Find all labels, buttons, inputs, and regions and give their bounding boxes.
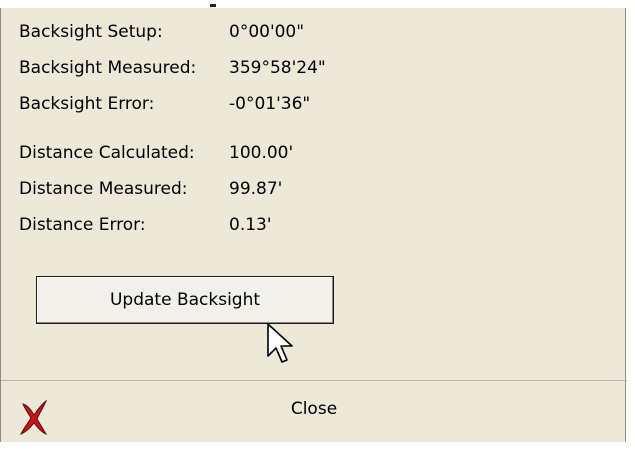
backsight-error-value: -0°01'36" [229, 94, 311, 114]
mouse-pointer-icon [267, 323, 293, 363]
top-edge-mark [210, 4, 216, 7]
backsight-check-panel: Backsight Setup: 0°00'00" Backsight Meas… [0, 8, 627, 442]
backsight-measured-value: 359°58'24" [229, 58, 326, 78]
close-label: Close [290, 399, 338, 419]
distance-error-value: 0.13' [229, 215, 272, 235]
close-bar[interactable]: Close [1, 380, 627, 450]
backsight-setup-value: 0°00'00" [229, 22, 305, 42]
backsight-measured-label: Backsight Measured: [19, 58, 197, 78]
distance-calculated-label: Distance Calculated: [19, 143, 195, 163]
backsight-error-label: Backsight Error: [19, 94, 155, 114]
update-backsight-button[interactable]: Update Backsight [36, 276, 334, 324]
distance-measured-value: 99.87' [229, 179, 283, 199]
distance-calculated-value: 100.00' [229, 143, 294, 163]
distance-measured-label: Distance Measured: [19, 179, 188, 199]
backsight-setup-label: Backsight Setup: [19, 22, 163, 42]
window-top-edge [0, 0, 635, 8]
distance-error-label: Distance Error: [19, 215, 146, 235]
